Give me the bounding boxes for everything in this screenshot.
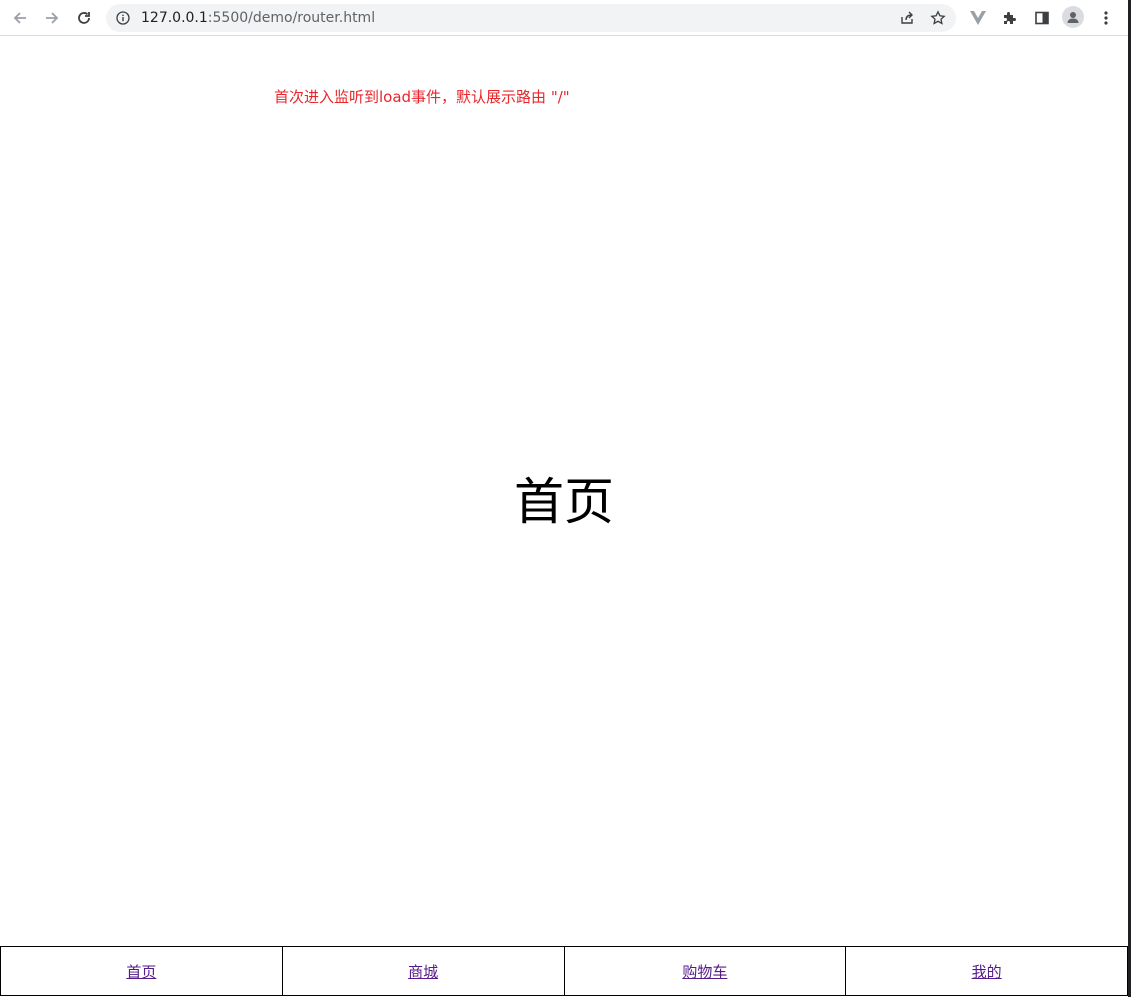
tab-mine: 我的 [845,946,1128,996]
url-path: :5500/demo/router.html [207,10,376,26]
url-text[interactable]: 127.0.0.1:5500/demo/router.html [141,10,375,26]
tab-cart-link[interactable]: 购物车 [682,961,727,982]
profile-button[interactable] [1062,6,1084,28]
share-icon [901,11,913,24]
star-icon [930,10,946,25]
side-panel-icon [1035,11,1049,25]
tab-home-link[interactable]: 首页 [126,961,156,982]
puzzle-icon [1004,12,1016,24]
tab-cart: 购物车 [563,946,846,996]
extensions-button[interactable] [998,6,1022,30]
bottom-tab-bar: 首页 商城 购物车 我的 [0,946,1128,996]
bookmark-button[interactable] [926,8,950,28]
info-icon[interactable] [116,11,130,25]
tab-mall: 商城 [281,946,564,996]
arrow-left-icon [13,12,26,24]
url-host: 127.0.0.1 [141,10,208,26]
forward-button[interactable] [40,6,64,30]
browser-toolbar: 127.0.0.1:5500/demo/router.html [0,0,1128,36]
vue-devtools-button[interactable] [966,6,990,30]
tab-home: 首页 [0,946,282,996]
page-title: 首页 [514,473,614,531]
browser-window: 127.0.0.1:5500/demo/router.html 首次进入监听到l… [0,0,1131,997]
more-vertical-icon [1104,11,1108,25]
back-button[interactable] [8,6,32,30]
address-bar[interactable]: 127.0.0.1:5500/demo/router.html [106,4,956,32]
arrow-right-icon [46,12,59,24]
reload-button[interactable] [72,6,96,30]
profile-icon [1067,12,1079,23]
tab-mall-link[interactable]: 商城 [408,961,438,982]
side-panel-button[interactable] [1030,6,1054,30]
menu-button[interactable] [1094,6,1118,30]
reload-icon [78,12,90,24]
share-button[interactable] [895,8,919,28]
route-notice: 首次进入监听到load事件，默认展示路由 "/" [274,88,570,106]
tab-mine-link[interactable]: 我的 [972,961,1002,982]
vue-devtools-icon [970,11,986,25]
